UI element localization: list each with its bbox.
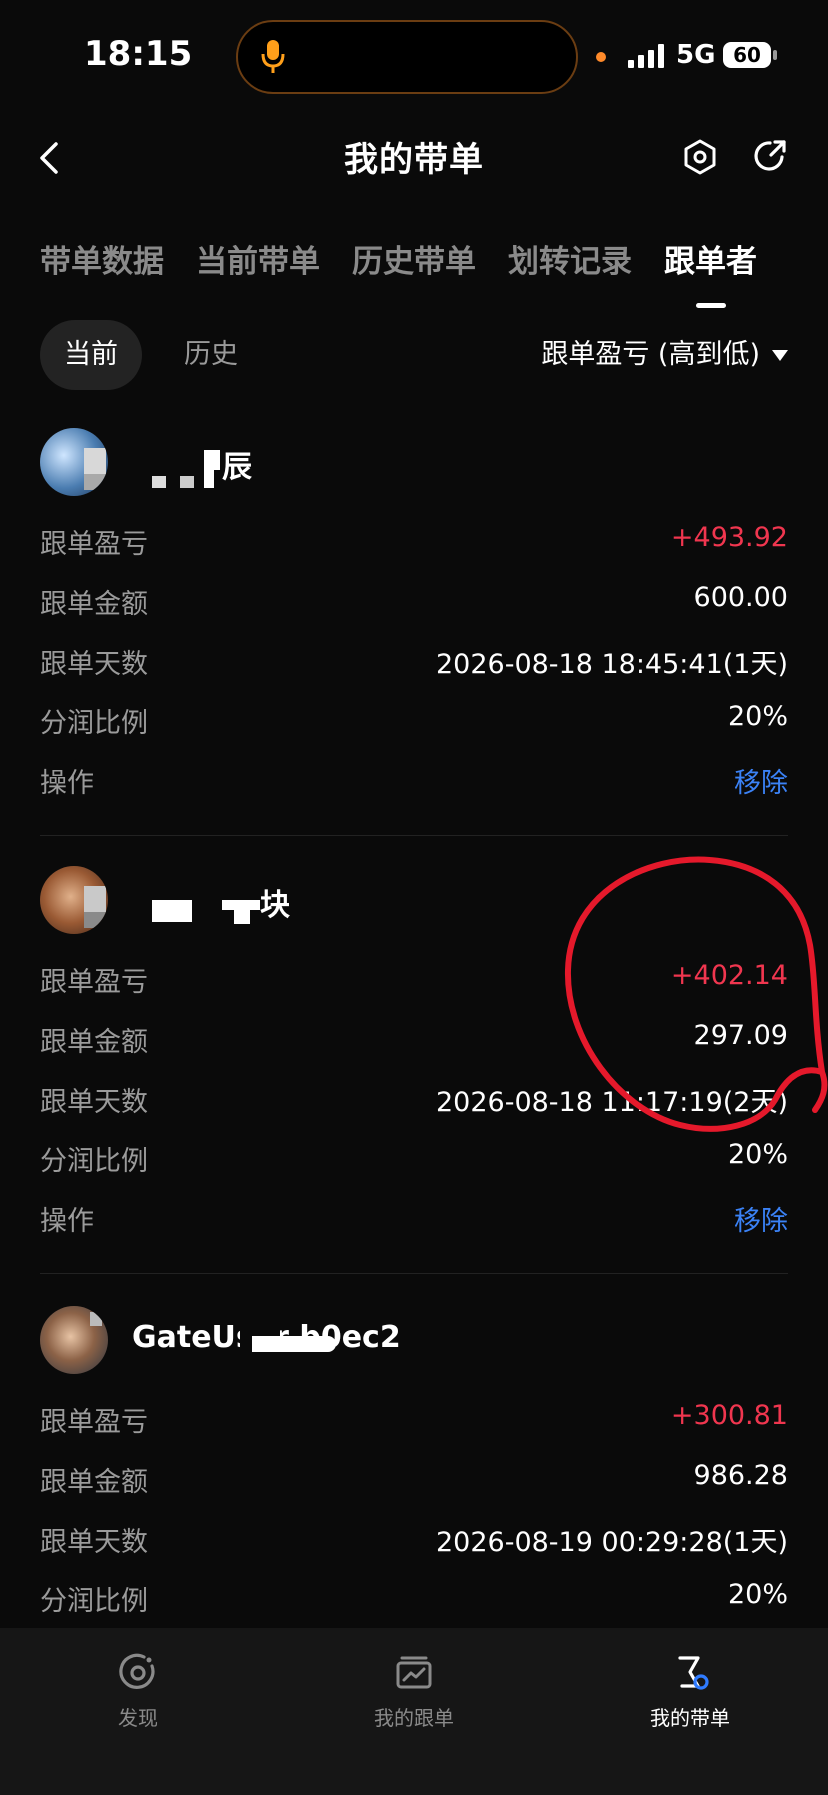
sort-dropdown[interactable]: 跟单盈亏 (高到低)	[541, 320, 788, 390]
action-label: 操作	[40, 768, 94, 800]
days-row: 跟单天数 2026-08-18 18:45:41(1天)	[40, 628, 788, 688]
share-row: 分润比例 20%	[40, 687, 788, 747]
discover-icon	[119, 1653, 155, 1689]
nav-my-copy-label: 我的跟单	[374, 1706, 454, 1730]
redaction-mark	[204, 450, 220, 470]
settings-gear-icon[interactable]	[682, 138, 718, 176]
tab-lead-data[interactable]: 带单数据	[40, 236, 164, 306]
status-bar: 18:15 5G 60	[0, 0, 828, 110]
nav-my-lead[interactable]: 我的带单	[590, 1652, 790, 1731]
amount-value: 986.28	[693, 1459, 788, 1491]
action-row: 操作 移除	[40, 1185, 788, 1245]
follower-card: GateUser b0ec2 跟单盈亏 +300.81 跟单金额 986.28 …	[40, 1306, 788, 1625]
remove-button[interactable]: 移除	[734, 761, 788, 800]
pnl-value: +300.81	[670, 1400, 788, 1431]
follower-name: 辰	[222, 450, 252, 485]
amount-label: 跟单金额	[40, 1026, 148, 1058]
pnl-row: 跟单盈亏 +402.14	[40, 946, 788, 1006]
follower-name: 块	[260, 888, 290, 923]
pnl-row: 跟单盈亏 +493.92	[40, 508, 788, 568]
days-value: 2026-08-19 00:29:28(1天)	[435, 1526, 788, 1558]
days-value: 2026-08-18 11:17:19(2天)	[435, 1086, 788, 1118]
battery-level: 60	[733, 43, 761, 67]
redaction-mark	[204, 470, 214, 488]
follower-header: 块	[40, 866, 788, 936]
pnl-label: 跟单盈亏	[40, 967, 148, 998]
lead-icon	[678, 1656, 709, 1690]
battery-icon: 60	[722, 40, 778, 70]
filter-current-chip[interactable]: 当前	[40, 320, 142, 390]
pnl-label: 跟单盈亏	[40, 529, 148, 560]
header: 我的带单	[0, 110, 828, 200]
follower-card: 块 跟单盈亏 +402.14 跟单金额 297.09 跟单天数 2026-08-…	[40, 866, 788, 1245]
amount-label: 跟单金额	[40, 1466, 148, 1498]
dynamic-island	[236, 20, 578, 94]
privacy-indicator	[596, 52, 606, 62]
days-row: 跟单天数 2026-08-19 00:29:28(1天)	[40, 1506, 788, 1566]
redaction-mark	[234, 910, 250, 924]
network-label: 5G	[676, 40, 716, 70]
days-label: 跟单天数	[40, 648, 148, 680]
days-label: 跟单天数	[40, 1086, 148, 1118]
filter-bar: 当前 历史 跟单盈亏 (高到低)	[40, 320, 788, 390]
share-value: 20%	[727, 1579, 788, 1611]
pnl-value: +493.92	[670, 522, 788, 553]
action-row: 操作 移除	[40, 747, 788, 807]
avatar	[40, 1306, 108, 1374]
nav-my-copy[interactable]: 我的跟单	[314, 1652, 514, 1731]
bottom-navigation: 发现 我的跟单 我的带单	[0, 1628, 828, 1795]
share-row: 分润比例 20%	[40, 1125, 788, 1185]
amount-value: 297.09	[693, 1019, 788, 1051]
amount-value: 600.00	[693, 581, 788, 613]
nav-my-lead-label: 我的带单	[650, 1706, 730, 1730]
share-icon[interactable]	[752, 138, 788, 174]
tab-bar: 带单数据 当前带单 历史带单 划转记录 跟单者	[40, 236, 798, 306]
days-row: 跟单天数 2026-08-18 11:17:19(2天)	[40, 1066, 788, 1126]
share-value: 20%	[727, 701, 788, 733]
nav-discover[interactable]: 发现	[38, 1652, 238, 1731]
amount-row: 跟单金额 600.00	[40, 568, 788, 628]
share-label: 分润比例	[40, 1146, 148, 1178]
remove-button[interactable]: 移除	[734, 1199, 788, 1238]
tab-followers[interactable]: 跟单者	[664, 236, 757, 306]
sort-label: 跟单盈亏 (高到低)	[541, 339, 760, 370]
tab-history-lead[interactable]: 历史带单	[352, 236, 476, 306]
redaction-mark	[152, 476, 166, 488]
caret-down-icon	[772, 350, 788, 361]
amount-row: 跟单金额 986.28	[40, 1446, 788, 1506]
follower-header: 辰	[40, 428, 788, 498]
share-label: 分润比例	[40, 708, 148, 740]
redaction-mark	[222, 900, 260, 910]
status-time: 18:15	[84, 34, 193, 74]
pnl-row: 跟单盈亏 +300.81	[40, 1386, 788, 1446]
microphone-icon	[261, 40, 285, 73]
days-label: 跟单天数	[40, 1526, 148, 1558]
action-label: 操作	[40, 1206, 94, 1238]
follower-header: GateUser b0ec2	[40, 1306, 788, 1376]
divider	[40, 835, 788, 836]
redaction-mark	[252, 1336, 336, 1352]
avatar	[40, 428, 108, 496]
chart-icon	[396, 1656, 432, 1689]
share-value: 20%	[727, 1139, 788, 1171]
days-value: 2026-08-18 18:45:41(1天)	[435, 648, 788, 680]
follower-card: 辰 跟单盈亏 +493.92 跟单金额 600.00 跟单天数 2026-08-…	[40, 428, 788, 807]
share-label: 分润比例	[40, 1586, 148, 1618]
tab-current-lead[interactable]: 当前带单	[196, 236, 320, 306]
tab-transfer-records[interactable]: 划转记录	[508, 236, 632, 306]
nav-discover-label: 发现	[118, 1706, 158, 1730]
signal-icon	[628, 44, 664, 68]
share-row: 分润比例 20%	[40, 1565, 788, 1625]
pnl-label: 跟单盈亏	[40, 1407, 148, 1438]
divider	[40, 1273, 788, 1274]
amount-label: 跟单金额	[40, 588, 148, 620]
avatar	[40, 866, 108, 934]
redaction-mark	[152, 900, 192, 922]
filter-history-chip[interactable]: 历史	[160, 320, 262, 390]
redaction-mark	[180, 476, 194, 488]
amount-row: 跟单金额 297.09	[40, 1006, 788, 1066]
pnl-value: +402.14	[670, 960, 788, 991]
